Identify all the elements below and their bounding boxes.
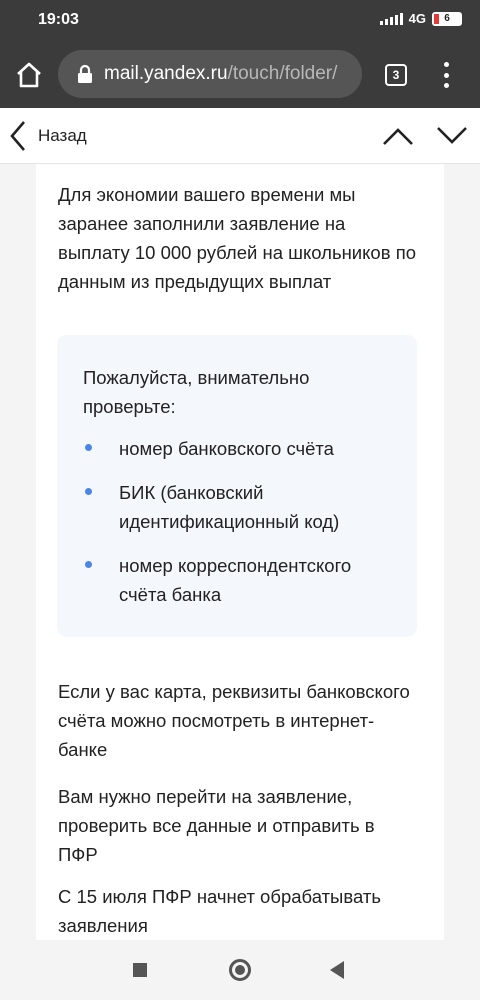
back-label: Назад — [38, 126, 87, 145]
home-icon[interactable] — [14, 60, 44, 90]
back-triangle-icon[interactable] — [330, 961, 344, 979]
home-circle-icon[interactable] — [229, 959, 251, 981]
address-bar[interactable]: mail.yandex.ru/touch/folder/ — [58, 50, 362, 98]
url-text: mail.yandex.ru/touch/folder/ — [104, 63, 337, 85]
network-type: 4G — [408, 11, 426, 26]
check-title: Пожалуйста, внимательно проверьте: — [83, 367, 310, 417]
back-button[interactable]: Назад — [8, 118, 87, 154]
message-header: Назад — [0, 108, 480, 164]
check-info-box: Пожалуйста, внимательно проверьте: номер… — [57, 335, 417, 637]
system-navigation-bar — [0, 940, 480, 1000]
intro-paragraph: Для экономии вашего времени мы заранее з… — [58, 184, 416, 292]
next-message-chevron-down-icon[interactable] — [434, 120, 470, 150]
list-item-text: номер банковского счёта — [119, 438, 334, 459]
battery-level: 6 — [444, 13, 450, 24]
signal-icon — [379, 12, 403, 25]
tab-switcher-button[interactable]: 3 — [385, 64, 407, 86]
more-menu-icon[interactable] — [436, 62, 456, 88]
action-note-paragraph: Вам нужно перейти на заявление, проверит… — [58, 786, 375, 865]
lock-icon — [78, 64, 92, 83]
previous-message-chevron-up-icon[interactable] — [380, 120, 416, 150]
url-domain: mail.yandex.ru — [104, 63, 228, 84]
status-bar: 19:03 4G 6 — [0, 0, 480, 40]
list-item-text: номер корреспондентского счёта банка — [119, 555, 352, 605]
bullet-icon — [85, 444, 92, 451]
chevron-left-icon — [10, 121, 25, 151]
list-item-text: БИК (банковский идентификационный код) — [119, 482, 340, 532]
battery-icon: 6 — [432, 11, 462, 26]
bullet-icon — [85, 488, 92, 495]
url-path: /touch/folder/ — [227, 63, 338, 84]
status-icons: 4G 6 — [379, 11, 462, 26]
recent-apps-icon[interactable] — [133, 963, 147, 977]
bullet-icon — [85, 561, 92, 568]
browser-toolbar: mail.yandex.ru/touch/folder/ 3 — [0, 40, 480, 108]
status-time: 19:03 — [38, 11, 79, 28]
processing-note-paragraph: С 15 июля ПФР начнет обрабатывать заявле… — [58, 886, 381, 936]
card-note-paragraph: Если у вас карта, реквизиты банковского … — [58, 681, 410, 760]
